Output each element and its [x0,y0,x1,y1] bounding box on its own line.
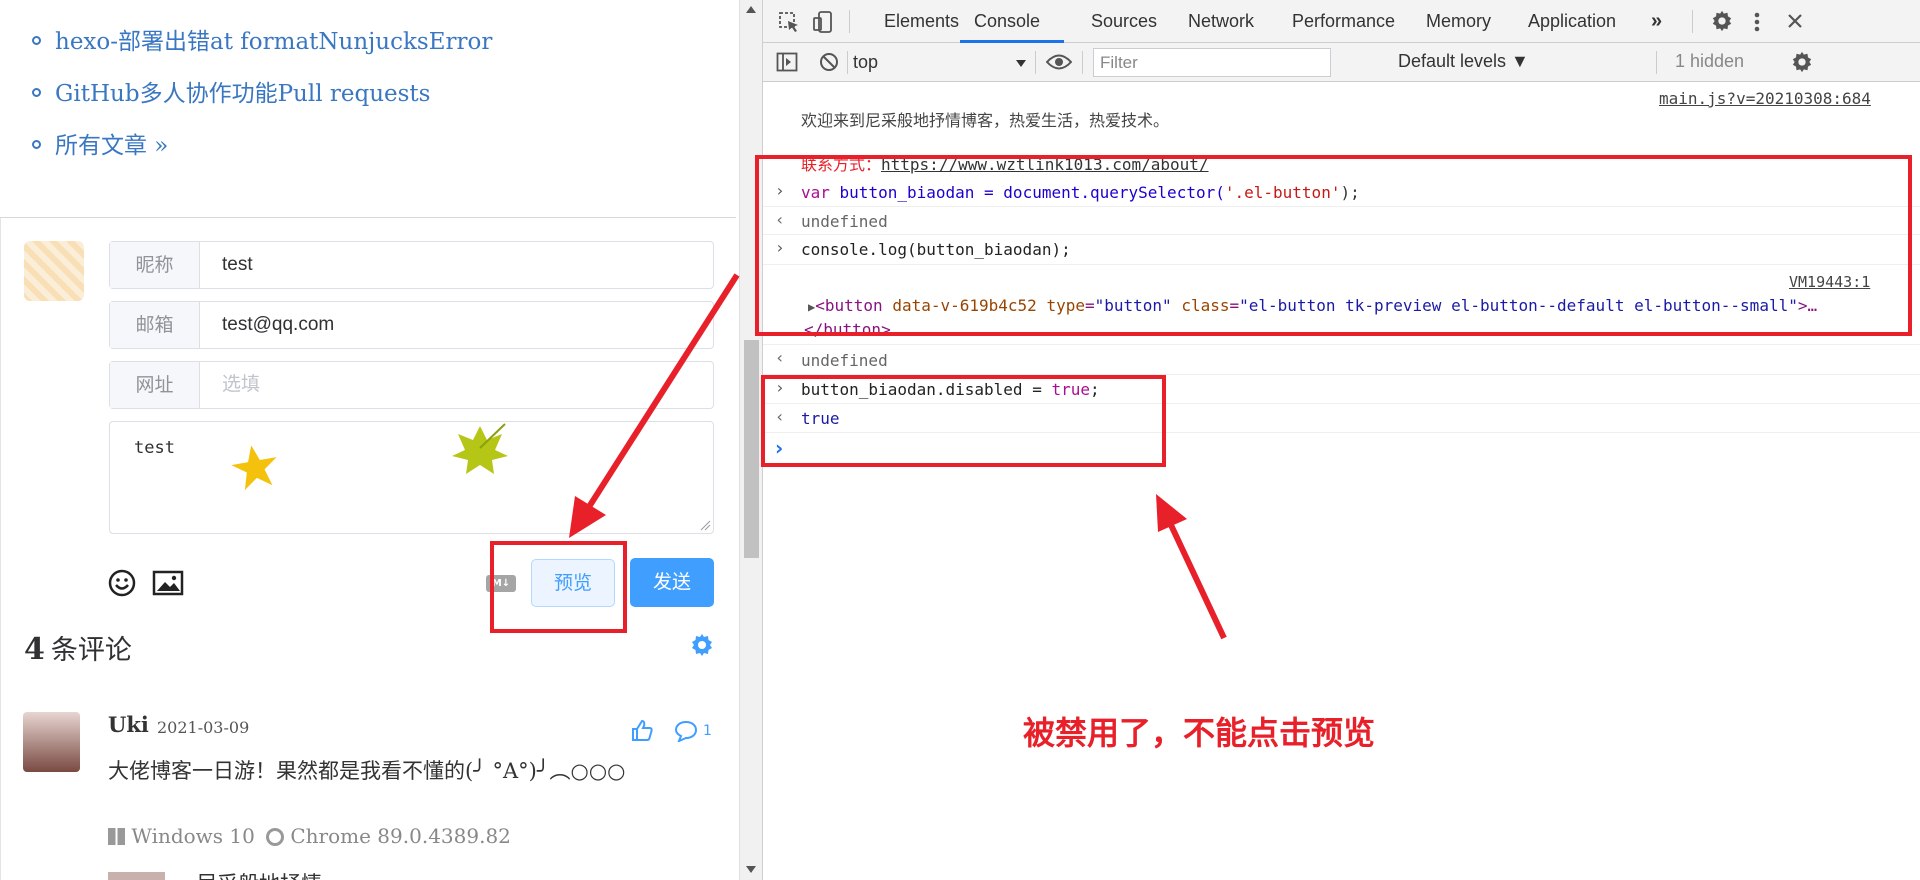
nickname-field[interactable]: 昵称 test [109,241,714,289]
device-toolbar-icon[interactable] [812,10,834,34]
star-decoration-icon [231,445,277,491]
comments-count: 4 [24,632,45,667]
all-articles-link[interactable]: 所有文章 » [32,126,168,160]
email-input[interactable]: test@qq.com [222,302,334,348]
devtools-tabbar: Elements Console Sources Network Perform… [763,0,1920,43]
source-link-main[interactable]: main.js?v=20210308:684 [1659,89,1871,108]
next-commenter-avatar [108,872,165,880]
scrollbar-thumb[interactable] [744,340,759,558]
live-expression-eye-icon[interactable] [1046,53,1072,71]
comment-author[interactable]: Uki [108,712,149,737]
comments-heading: 4 条评论 [24,628,132,667]
filter-input[interactable]: Filter [1093,48,1331,77]
highlight-box-preview-button [490,541,627,633]
website-input[interactable]: 选填 [222,362,260,408]
comments-title: 条评论 [50,635,132,666]
comment-text: 大佬博客一日游！果然都是我看不懂的(╯ °A°)╯︵○○○ [108,759,626,783]
image-upload-icon[interactable] [152,570,184,596]
highlight-box-disabled-command [761,375,1166,467]
close-devtools-icon[interactable] [1787,13,1803,29]
tab-elements[interactable]: Elements [884,0,959,43]
toolbar-divider [1692,10,1693,33]
bullet-icon [32,139,41,149]
scroll-up-icon[interactable] [746,6,756,13]
console-settings-icon[interactable] [1791,51,1813,73]
reply-count: 1 [703,723,712,739]
nickname-input[interactable]: test [222,242,253,288]
reply-icon[interactable] [674,720,698,742]
website-label: 网址 [110,362,200,408]
console-toolbar: top Filter Default levels ▼ 1 hidden [763,43,1920,82]
send-button[interactable]: 发送 [630,558,714,607]
browser-info: Chrome 89.0.4389.82 [266,824,511,848]
article-link-1[interactable]: hexo-部署出错at formatNunjucksError [32,22,492,56]
toolbar-divider [1035,51,1036,74]
tab-console[interactable]: Console [974,0,1040,43]
filter-placeholder: Filter [1100,53,1138,72]
scroll-down-icon[interactable] [746,866,756,873]
tab-sources[interactable]: Sources [1091,0,1157,43]
page-scrollbar[interactable] [739,0,762,880]
blog-page: hexo-部署出错at formatNunjucksError GitHub多人… [0,0,738,880]
resize-handle-icon[interactable] [699,519,711,531]
tab-performance[interactable]: Performance [1292,0,1395,43]
clear-console-icon[interactable] [819,52,839,72]
toolbar-divider [847,51,848,74]
hidden-count: 1 hidden [1675,51,1745,71]
os-name: Windows 10 [131,824,255,848]
toolbar-divider [1656,51,1657,74]
toolbar-divider [1082,51,1083,74]
comment-textarea[interactable]: test [109,421,714,534]
chevron-down-icon [1016,60,1026,67]
email-label: 邮箱 [110,302,200,348]
more-options-icon[interactable] [1753,11,1761,33]
context-value: top [853,52,879,72]
windows-icon [108,828,125,845]
log-levels-dropdown[interactable]: Default levels ▼ [1398,51,1529,72]
like-icon[interactable] [630,718,654,742]
result-value: undefined [801,351,888,370]
inspect-element-icon[interactable] [778,11,800,33]
show-sidebar-icon[interactable] [776,52,798,72]
nickname-label: 昵称 [110,242,200,288]
bullet-icon [32,87,41,97]
next-comment-author: 尼采般地抒情 [196,868,322,880]
commenter-avatar [23,712,80,772]
context-selector[interactable]: top [853,45,1028,80]
console-result-line: ‹ undefined [763,345,1920,375]
gear-icon[interactable] [690,633,714,657]
tab-memory[interactable]: Memory [1426,0,1491,43]
settings-gear-icon[interactable] [1711,10,1733,32]
comment-date: 2021-03-09 [157,718,250,737]
website-field[interactable]: 网址 选填 [109,361,714,409]
annotation-text: 被禁用了，不能点击预览 [1023,714,1376,752]
avatar [24,241,84,301]
browser-name: Chrome 89.0.4389.82 [290,824,511,848]
welcome-message: 欢迎来到尼采般地抒情博客，热爱生活，热爱技术。 [801,111,1170,130]
result-arrow-icon: ‹ [775,348,785,367]
email-field[interactable]: 邮箱 test@qq.com [109,301,714,349]
article-link-2[interactable]: GitHub多人协作功能Pull requests [32,74,430,108]
toolbar-divider [849,10,850,33]
chrome-icon [266,828,284,846]
highlight-box-console-output [755,155,1912,336]
tab-application[interactable]: Application [1528,0,1616,43]
tab-network[interactable]: Network [1188,0,1254,43]
comment-text[interactable]: test [134,438,175,458]
bullet-icon [32,35,41,45]
leaf-decoration-icon [452,423,508,474]
emoji-icon[interactable] [108,569,136,597]
more-tabs-icon[interactable]: » [1651,0,1662,43]
os-info: Windows 10 [108,824,255,848]
